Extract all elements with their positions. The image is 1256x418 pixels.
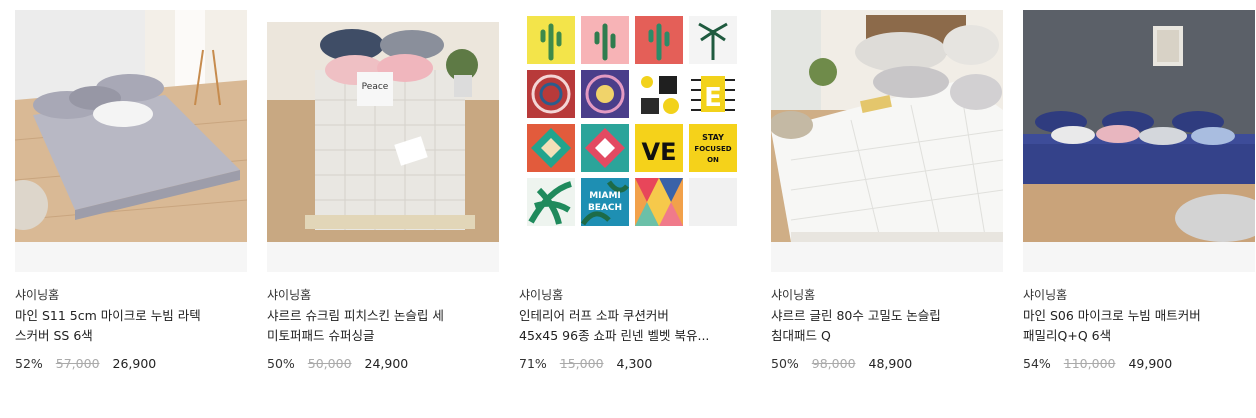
- cushion-text-focused: FOCUSED: [694, 145, 731, 153]
- cushion-text-beach: BEACH: [588, 203, 622, 213]
- original-price: 110,000: [1063, 356, 1116, 371]
- product-image[interactable]: [15, 10, 247, 272]
- product-title[interactable]: 샤르르 글린 80수 고밀도 논슬립 침대패드 Q: [771, 306, 1003, 346]
- price-row: 54% 110,000 49,900: [1023, 355, 1255, 373]
- sale-price: 24,900: [364, 356, 409, 371]
- cushion-text-ve: VE: [642, 138, 677, 166]
- product-image[interactable]: Peace: [267, 10, 499, 272]
- discount-rate: 54%: [1023, 356, 1051, 371]
- product-card[interactable]: 샤이닝홈 마인 S11 5cm 마이크로 누빔 라텍 스커버 SS 6색 52%…: [15, 10, 247, 373]
- sale-price: 4,300: [616, 356, 653, 371]
- price-row: 50% 98,000 48,900: [771, 355, 1003, 373]
- discount-rate: 50%: [771, 356, 799, 371]
- cushion-text-stay: STAY: [702, 133, 724, 142]
- cushion-text-miami: MIAMI: [589, 191, 621, 201]
- sale-price: 48,900: [868, 356, 913, 371]
- cushion-text-on: ON: [707, 156, 719, 164]
- svg-text:E: E: [704, 83, 722, 113]
- product-card[interactable]: Peace 샤이닝홈 샤르르 슈크림 피치스킨 논슬립 세 미토퍼패드 슈퍼싱글…: [267, 10, 499, 373]
- product-brand: 샤이닝홈: [267, 288, 312, 302]
- product-brand: 샤이닝홈: [1023, 288, 1068, 302]
- original-price: 15,000: [559, 356, 604, 371]
- original-price: 98,000: [811, 356, 856, 371]
- original-price: 57,000: [55, 356, 100, 371]
- sale-price: 26,900: [112, 356, 157, 371]
- product-title[interactable]: 샤르르 슈크림 피치스킨 논슬립 세 미토퍼패드 슈퍼싱글: [267, 306, 499, 346]
- product-card[interactable]: 샤이닝홈 샤르르 글린 80수 고밀도 논슬립 침대패드 Q 50% 98,00…: [771, 10, 1003, 373]
- discount-rate: 71%: [519, 356, 547, 371]
- product-title[interactable]: 마인 S06 마이크로 누빔 매트커버 패밀리Q+Q 6색: [1023, 306, 1255, 346]
- discount-rate: 52%: [15, 356, 43, 371]
- price-row: 71% 15,000 4,300: [519, 355, 751, 373]
- product-image[interactable]: [1023, 10, 1255, 272]
- product-brand: 샤이닝홈: [771, 288, 816, 302]
- product-brand: 샤이닝홈: [15, 288, 60, 302]
- product-image[interactable]: [771, 10, 1003, 272]
- cushion-text-peace: Peace: [362, 82, 389, 92]
- product-title[interactable]: 마인 S11 5cm 마이크로 누빔 라텍 스커버 SS 6색: [15, 306, 247, 346]
- product-image[interactable]: E VE STAY FOCUSED ON MIAMI BEACH: [519, 10, 751, 272]
- product-grid: 샤이닝홈 마인 S11 5cm 마이크로 누빔 라텍 스커버 SS 6색 52%…: [0, 0, 1256, 418]
- discount-rate: 50%: [267, 356, 295, 371]
- product-card[interactable]: E VE STAY FOCUSED ON MIAMI BEACH 샤이닝홈 인테…: [519, 10, 751, 373]
- product-brand: 샤이닝홈: [519, 288, 564, 302]
- price-row: 50% 50,000 24,900: [267, 355, 499, 373]
- price-row: 52% 57,000 26,900: [15, 355, 247, 373]
- sale-price: 49,900: [1128, 356, 1173, 371]
- original-price: 50,000: [307, 356, 352, 371]
- product-card[interactable]: 샤이닝홈 마인 S06 마이크로 누빔 매트커버 패밀리Q+Q 6색 54% 1…: [1023, 10, 1255, 373]
- product-title[interactable]: 인테리어 러프 소파 쿠션커버 45x45 96종 쇼파 린넨 벨벳 북유...: [519, 306, 751, 346]
